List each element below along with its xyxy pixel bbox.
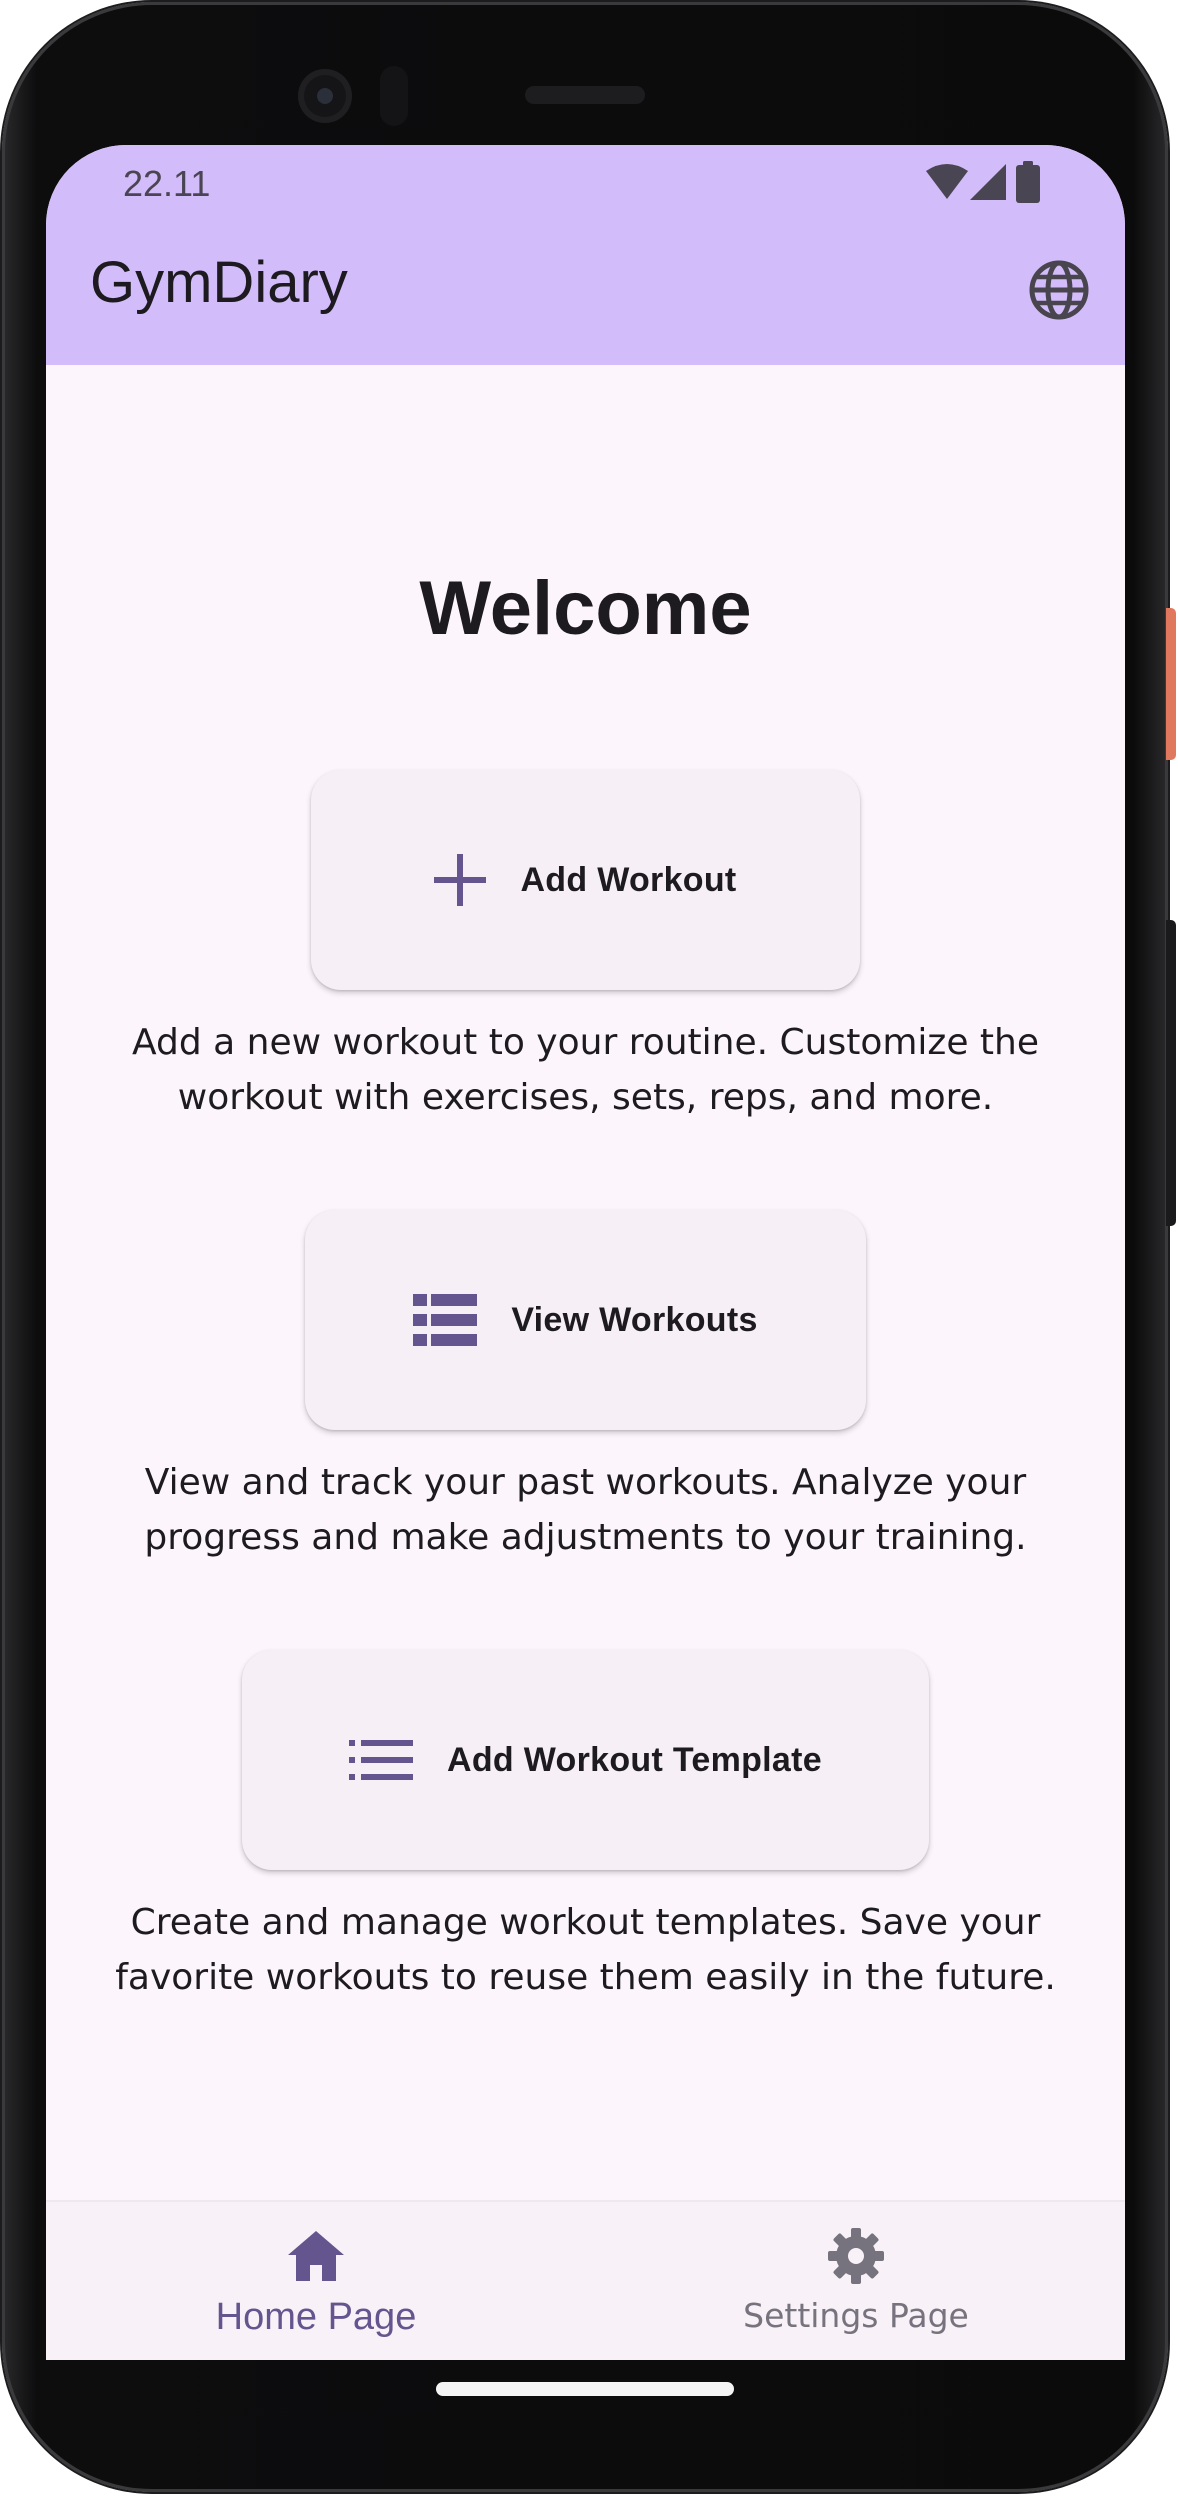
home-indicator[interactable]	[436, 2382, 734, 2396]
nav-label-home: Home Page	[215, 2296, 417, 2338]
language-button[interactable]	[1026, 257, 1092, 323]
add-workout-template-label: Add Workout Template	[447, 1740, 822, 1779]
add-workout-label: Add Workout	[520, 860, 737, 899]
view-workouts-label: View Workouts	[511, 1300, 758, 1339]
add-workout-template-description: Create and manage workout templates. Sav…	[115, 1902, 1056, 1998]
proximity-sensor	[380, 66, 408, 126]
home-icon	[288, 2226, 344, 2286]
nav-item-settings[interactable]: Settings Page	[686, 2202, 1026, 2360]
signal-icon	[970, 164, 1006, 200]
welcome-heading: Welcome	[419, 566, 752, 651]
volume-button	[1166, 920, 1176, 1226]
battery-icon	[1016, 161, 1040, 203]
add-workout-description: Add a new workout to your routine. Custo…	[131, 1022, 1039, 1118]
status-icons	[926, 161, 1066, 205]
globe-icon	[1029, 260, 1089, 320]
power-button	[1166, 608, 1176, 760]
earpiece-speaker	[525, 86, 645, 104]
gear-icon	[828, 2226, 884, 2286]
front-camera	[298, 69, 352, 123]
bottom-navigation: Home Page Settings Page	[46, 2200, 1125, 2360]
nav-item-home[interactable]: Home Page	[146, 2202, 486, 2360]
list-icon	[349, 1740, 413, 1780]
nav-label-settings: Settings Page	[743, 2296, 969, 2335]
add-workout-template-button[interactable]: Add Workout Template	[242, 1650, 929, 1870]
app-screen: 22.11 GymDiary Welcome Add Workout Add a…	[46, 145, 1125, 2360]
wifi-icon	[926, 164, 968, 199]
app-bar: 22.11 GymDiary	[46, 145, 1125, 365]
app-title: GymDiary	[90, 250, 348, 315]
view-workouts-description: View and track your past workouts. Analy…	[144, 1462, 1027, 1558]
status-time: 22.11	[123, 163, 211, 204]
view-workouts-button[interactable]: View Workouts	[305, 1210, 866, 1430]
view-list-icon	[413, 1294, 478, 1346]
add-workout-button[interactable]: Add Workout	[311, 770, 860, 990]
plus-icon	[434, 854, 487, 906]
